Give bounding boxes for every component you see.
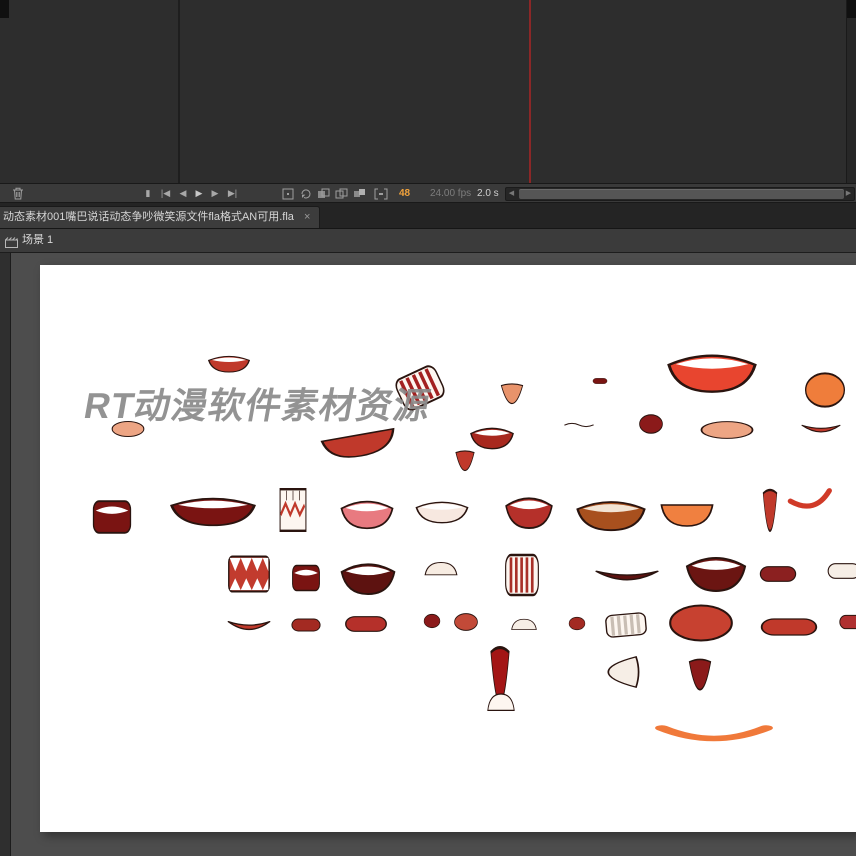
timeline-corner-block bbox=[847, 0, 856, 18]
timeline-frames-area[interactable] bbox=[0, 0, 856, 183]
canvas-area: RT动漫软件素材资源 bbox=[0, 253, 856, 856]
timeline-corner-block bbox=[0, 0, 9, 18]
tab-close-icon[interactable]: × bbox=[304, 211, 310, 223]
document-tab-bar: 动态素材001嘴巴说话动态争吵微笑源文件fla格式AN可用.fla × bbox=[0, 203, 856, 229]
mouth-shape-10[interactable] bbox=[563, 418, 595, 430]
onion-skin-icon bbox=[317, 188, 330, 198]
mouth-shape-22[interactable] bbox=[658, 498, 716, 528]
mouth-shape-36[interactable] bbox=[343, 613, 389, 635]
mouth-shape-26[interactable] bbox=[290, 563, 322, 593]
mouth-shape-18[interactable] bbox=[338, 496, 396, 530]
next-frame-icon: ▶ bbox=[211, 188, 219, 198]
timeline-toolbar: ▮ |◀ ◀ ▶ ▶ ▶| 48 24.00 fps 2.0 s ◀ ▶ bbox=[0, 183, 856, 203]
loop-icon bbox=[300, 188, 312, 199]
play-button[interactable]: ▶ bbox=[192, 184, 206, 204]
mouth-shape-15[interactable] bbox=[90, 498, 134, 536]
mouth-shape-31[interactable] bbox=[683, 551, 749, 593]
mouth-shape-43[interactable] bbox=[758, 615, 820, 639]
modify-markers-icon bbox=[374, 188, 388, 200]
timeline-horizontal-scrollbar[interactable]: ◀ ▶ bbox=[505, 187, 855, 201]
prev-frame-icon: ◀ bbox=[179, 188, 187, 198]
mouth-shape-48[interactable] bbox=[686, 658, 714, 692]
mouth-shape-21[interactable] bbox=[573, 496, 649, 532]
first-frame-icon: |◀ bbox=[160, 188, 171, 198]
pause-icon: ▮ bbox=[145, 188, 151, 198]
mouth-shape-7[interactable] bbox=[110, 420, 146, 438]
mouth-shape-33[interactable] bbox=[826, 560, 856, 582]
edit-multiple-frames-button[interactable] bbox=[352, 184, 367, 204]
step-forward-button[interactable]: ▶ bbox=[208, 184, 222, 204]
last-frame-icon: ▶| bbox=[227, 188, 238, 198]
mouth-shape-25[interactable] bbox=[226, 553, 272, 595]
onion-skin-outlines-icon bbox=[335, 188, 348, 199]
modify-markers-button[interactable] bbox=[372, 184, 390, 204]
document-tab-title: 动态素材001嘴巴说话动态争吵微笑源文件fla格式AN可用.fla bbox=[3, 211, 294, 223]
mouth-shape-8[interactable] bbox=[316, 421, 402, 465]
document-tab[interactable]: 动态素材001嘴巴说话动态争吵微笑源文件fla格式AN可用.fla × bbox=[0, 206, 321, 228]
timeline-vertical-scrollbar[interactable] bbox=[846, 0, 856, 183]
mouth-shape-14[interactable] bbox=[453, 450, 477, 472]
mouth-shape-32[interactable] bbox=[758, 563, 798, 585]
mouth-shape-28[interactable] bbox=[423, 561, 459, 579]
mouth-shape-34[interactable] bbox=[226, 613, 272, 639]
mouth-shape-42[interactable] bbox=[666, 602, 736, 644]
mouth-shape-16[interactable] bbox=[166, 493, 260, 527]
step-back-button[interactable]: ◀ bbox=[176, 184, 190, 204]
mouth-shape-41[interactable] bbox=[602, 610, 650, 640]
left-panel-edge bbox=[0, 253, 11, 856]
mouth-shape-44[interactable] bbox=[838, 612, 856, 632]
mouth-shape-12[interactable] bbox=[698, 420, 756, 440]
playhead[interactable] bbox=[529, 0, 531, 183]
mouth-shape-49[interactable] bbox=[652, 722, 776, 752]
scrollbar-left-arrow-icon[interactable]: ◀ bbox=[506, 188, 517, 200]
mouth-shape-46[interactable] bbox=[486, 692, 516, 716]
mouth-shape-11[interactable] bbox=[638, 413, 664, 435]
timeline-column-divider bbox=[178, 0, 180, 183]
scene-icon bbox=[5, 235, 18, 253]
current-frame-display: 48 bbox=[399, 188, 411, 199]
mouth-shape-19[interactable] bbox=[413, 498, 471, 524]
mouth-shape-5[interactable] bbox=[663, 348, 761, 394]
mouth-shape-13[interactable] bbox=[800, 418, 842, 440]
center-frame-button[interactable] bbox=[280, 184, 295, 204]
mouth-shape-37[interactable] bbox=[423, 613, 441, 629]
delete-frame-button[interactable] bbox=[10, 184, 26, 204]
mouth-shape-29[interactable] bbox=[503, 551, 541, 599]
mouth-shape-17[interactable] bbox=[276, 486, 310, 534]
mouth-shape-3[interactable] bbox=[498, 383, 526, 405]
elapsed-time-display: 2.0 s bbox=[477, 188, 499, 199]
mouth-shape-6[interactable] bbox=[803, 370, 847, 410]
scrollbar-handle[interactable] bbox=[519, 189, 844, 199]
mouth-shape-9[interactable] bbox=[468, 424, 516, 450]
mouth-shape-40[interactable] bbox=[568, 616, 586, 631]
mouth-shape-30[interactable] bbox=[593, 562, 661, 590]
go-to-last-frame-button[interactable]: ▶| bbox=[224, 184, 241, 204]
mouth-shape-35[interactable] bbox=[290, 616, 322, 634]
mouth-shape-47[interactable] bbox=[606, 652, 640, 692]
mouth-shape-23[interactable] bbox=[761, 488, 779, 534]
mouth-shape-1[interactable] bbox=[206, 353, 252, 373]
mouth-shape-4[interactable] bbox=[592, 372, 608, 384]
onion-skin-outlines-button[interactable] bbox=[334, 184, 349, 204]
mouth-shape-39[interactable] bbox=[510, 618, 538, 633]
edit-multiple-frames-icon bbox=[353, 188, 366, 198]
center-frame-icon bbox=[282, 188, 294, 200]
play-icon: ▶ bbox=[195, 188, 203, 198]
mouth-shape-2[interactable] bbox=[389, 359, 451, 416]
loop-button[interactable] bbox=[298, 184, 313, 204]
frame-rate-display[interactable]: 24.00 fps bbox=[430, 184, 471, 204]
stage[interactable]: RT动漫软件素材资源 bbox=[40, 265, 856, 832]
scene-breadcrumb[interactable]: 场景 1 bbox=[22, 229, 53, 253]
mouth-shape-38[interactable] bbox=[453, 612, 479, 632]
trash-icon bbox=[12, 187, 24, 200]
go-to-first-frame-button[interactable]: |◀ bbox=[157, 184, 174, 204]
mouth-shape-20[interactable] bbox=[503, 492, 555, 530]
mouth-shape-27[interactable] bbox=[338, 558, 398, 596]
edit-bar: 场景 1 bbox=[0, 229, 856, 253]
mouth-shape-24[interactable] bbox=[785, 484, 839, 523]
pause-button[interactable]: ▮ bbox=[141, 184, 155, 204]
scrollbar-right-arrow-icon[interactable]: ▶ bbox=[843, 188, 854, 200]
onion-skin-button[interactable] bbox=[316, 184, 331, 204]
